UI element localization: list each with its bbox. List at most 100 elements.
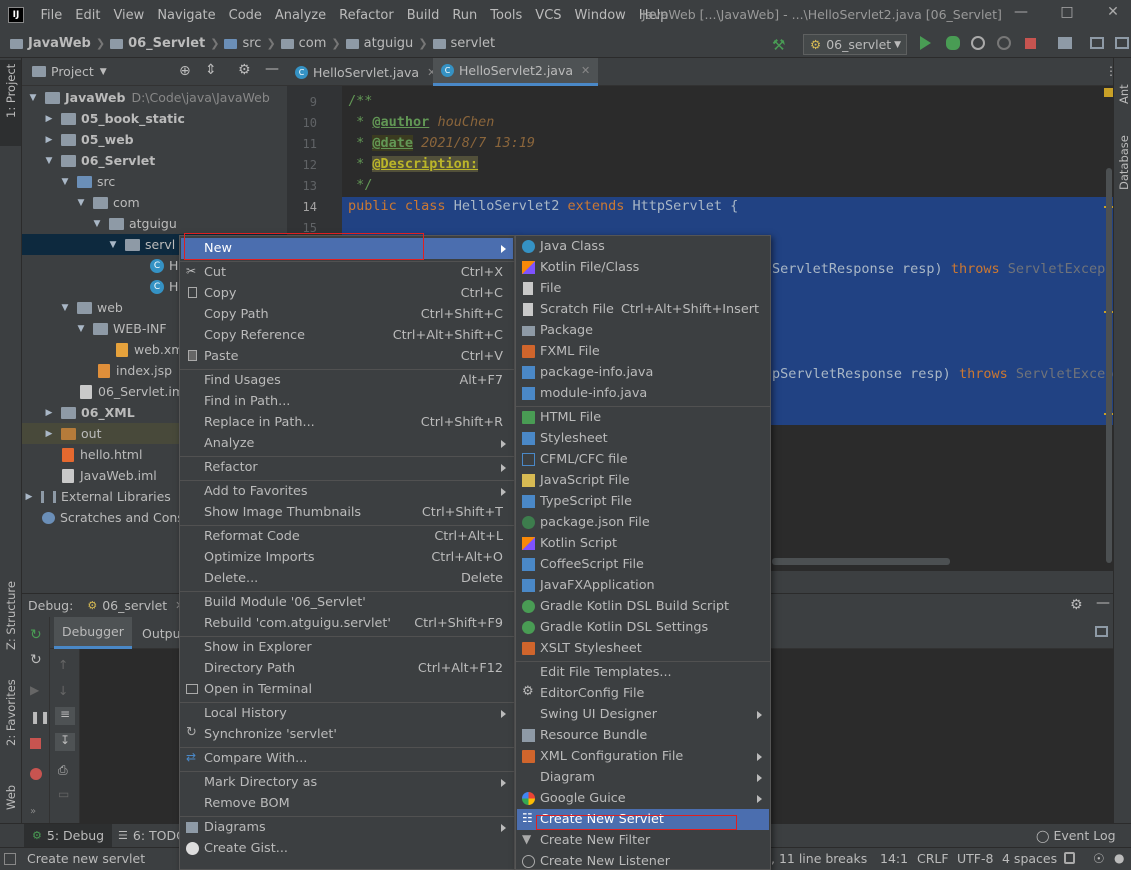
menu-item-show-in-explorer[interactable]: Show in Explorer (181, 637, 513, 658)
menu-analyze[interactable]: Analyze (268, 8, 332, 23)
menu-code[interactable]: Code (222, 8, 268, 23)
menu-item-mark-directory[interactable]: Mark Directory as (181, 772, 513, 793)
arrow-down-icon[interactable]: ↓ (58, 683, 72, 698)
layout-icon[interactable] (1095, 626, 1108, 637)
structure-tool-label[interactable]: Z: Structure (4, 581, 18, 650)
coverage-icon[interactable] (971, 36, 985, 50)
menu-view[interactable]: View (107, 8, 151, 23)
menu-item-remove-bom[interactable]: Remove BOM (181, 793, 513, 814)
notifications-icon[interactable]: ● (1114, 851, 1124, 865)
menu-item-show-thumbnails[interactable]: Show Image Thumbnails Ctrl+Shift+T (181, 502, 513, 523)
menu-item-copy[interactable]: Copy Ctrl+C (181, 283, 513, 304)
menu-item-analyze[interactable]: Analyze (181, 433, 513, 454)
menu-item-find-in-path[interactable]: Find in Path... (181, 391, 513, 412)
view-breakpoints-icon[interactable] (30, 768, 42, 780)
submenu-gradle-build[interactable]: Gradle Kotlin DSL Build Script (517, 596, 769, 617)
maximize-icon[interactable]: □ (1056, 4, 1078, 24)
menu-item-copy-reference[interactable]: Copy Reference Ctrl+Alt+Shift+C (181, 325, 513, 346)
submenu-gradle-settings[interactable]: Gradle Kotlin DSL Settings (517, 617, 769, 638)
database-tool-label[interactable]: Database (1117, 135, 1131, 190)
menu-refactor[interactable]: Refactor (333, 8, 401, 23)
menu-item-build-module[interactable]: Build Module '06_Servlet' (181, 592, 513, 613)
menu-run[interactable]: Run (446, 8, 484, 23)
hide-icon[interactable]: — (265, 61, 279, 77)
submenu-fxml-file[interactable]: FXML File (517, 341, 769, 362)
submenu-create-new-listener[interactable]: Create New Listener (517, 851, 769, 870)
submenu-package-json[interactable]: package.json File (517, 512, 769, 533)
menu-item-find-usages[interactable]: Find Usages Alt+F7 (181, 370, 513, 391)
submenu-coffeescript[interactable]: CoffeeScript File (517, 554, 769, 575)
tab-helloservlet2[interactable]: C HelloServlet2.java ✕ (433, 58, 599, 86)
resume-icon[interactable]: ▶ (30, 683, 44, 697)
submenu-cfml-file[interactable]: CFML/CFC file (517, 449, 769, 470)
step-over-icon[interactable]: ↧ (55, 733, 75, 751)
close-tab-icon[interactable]: ✕ (581, 64, 590, 77)
stop-icon[interactable] (1025, 38, 1036, 49)
breadcrumb-item[interactable]: servlet (451, 36, 496, 51)
menu-item-directory-path[interactable]: Directory Path Ctrl+Alt+F12 (181, 658, 513, 679)
run-icon[interactable] (920, 36, 931, 50)
status-indent[interactable]: 4 spaces (1002, 851, 1057, 866)
submenu-javascript-file[interactable]: JavaScript File (517, 470, 769, 491)
tree-item-com[interactable]: ▼ com (22, 192, 287, 213)
menu-item-synchronize[interactable]: ↻ Synchronize 'servlet' (181, 724, 513, 745)
submenu-module-info[interactable]: module-info.java (517, 383, 769, 404)
menu-item-open-in-terminal[interactable]: Open in Terminal (181, 679, 513, 700)
toolbar-icon[interactable] (1115, 37, 1129, 49)
tab-helloservlet[interactable]: C HelloServlet.java ✕ (287, 58, 444, 86)
build-hammer-icon[interactable]: ⚒ (772, 36, 788, 54)
status-toggle-icon[interactable] (4, 853, 16, 865)
menu-item-paste[interactable]: Paste Ctrl+V (181, 346, 513, 367)
submenu-create-new-filter[interactable]: ▼ Create New Filter (517, 830, 769, 851)
menu-edit[interactable]: Edit (69, 8, 107, 23)
rerun-icon[interactable]: ↻ (30, 627, 44, 643)
menu-tools[interactable]: Tools (484, 8, 529, 23)
status-position[interactable]: 14:1 (880, 851, 908, 866)
collapse-all-icon[interactable]: ⇕ (205, 62, 217, 78)
submenu-swing-designer[interactable]: Swing UI Designer (517, 704, 769, 725)
menu-item-copy-path[interactable]: Copy Path Ctrl+Shift+C (181, 304, 513, 325)
menu-item-local-history[interactable]: Local History (181, 703, 513, 724)
project-structure-icon[interactable] (1058, 37, 1072, 49)
submenu-javafx[interactable]: JavaFXApplication (517, 575, 769, 596)
debug-config-name[interactable]: 06_servlet (102, 598, 167, 613)
submenu-diagram[interactable]: Diagram (517, 767, 769, 788)
breadcrumb-item[interactable]: src (242, 36, 261, 51)
submenu-editorconfig[interactable]: ⚙ EditorConfig File (517, 683, 769, 704)
web-tool-label[interactable]: Web (4, 785, 18, 810)
breadcrumb-item[interactable]: JavaWeb (28, 36, 91, 51)
chevron-down-icon[interactable]: ▼ (100, 67, 107, 77)
arrow-up-icon[interactable]: ↑ (58, 657, 72, 672)
menu-item-create-gist[interactable]: Create Gist... (181, 838, 513, 859)
submenu-typescript-file[interactable]: TypeScript File (517, 491, 769, 512)
terminal-icon[interactable] (1090, 37, 1104, 49)
horizontal-scrollbar[interactable] (772, 558, 950, 565)
vertical-scrollbar[interactable] (1106, 168, 1112, 563)
tree-item-06-servlet[interactable]: ▼ 06_Servlet (22, 150, 287, 171)
inspector-icon[interactable]: ☉ (1093, 852, 1105, 867)
status-line-separator[interactable]: CRLF (917, 851, 949, 866)
show-execution-point-icon[interactable]: ≡ (55, 707, 75, 725)
run-config-select[interactable]: ⚙ 06_servlet ▼ (803, 34, 907, 55)
profile-icon[interactable] (997, 36, 1011, 50)
delete-icon[interactable]: ▭ (58, 787, 72, 801)
ant-tool-label[interactable]: Ant (1117, 84, 1131, 104)
submenu-kotlin-file[interactable]: Kotlin File/Class (517, 257, 769, 278)
breadcrumb-item[interactable]: atguigu (364, 36, 414, 51)
project-panel-title[interactable]: Project (51, 64, 94, 79)
breadcrumb-item[interactable]: 06_Servlet (128, 36, 205, 51)
submenu-google-guice[interactable]: Google Guice (517, 788, 769, 809)
menu-item-replace-in-path[interactable]: Replace in Path... Ctrl+Shift+R (181, 412, 513, 433)
tree-item-05-web[interactable]: ▶ 05_web (22, 129, 287, 150)
submenu-kotlin-script[interactable]: Kotlin Script (517, 533, 769, 554)
warning-marker-icon[interactable] (1104, 88, 1113, 97)
favorites-tool-label[interactable]: 2: Favorites (4, 679, 18, 746)
pause-icon[interactable]: ❚❚ (30, 710, 50, 724)
event-log-button[interactable]: ◯ Event Log (1036, 824, 1116, 847)
menu-build[interactable]: Build (400, 8, 446, 23)
menu-vcs[interactable]: VCS (529, 8, 568, 23)
menu-item-cut[interactable]: ✂ Cut Ctrl+X (181, 262, 513, 283)
print-icon[interactable]: ⎙ (58, 763, 72, 777)
tree-item-src[interactable]: ▼ src (22, 171, 287, 192)
minimize-icon[interactable]: — (1010, 4, 1032, 24)
